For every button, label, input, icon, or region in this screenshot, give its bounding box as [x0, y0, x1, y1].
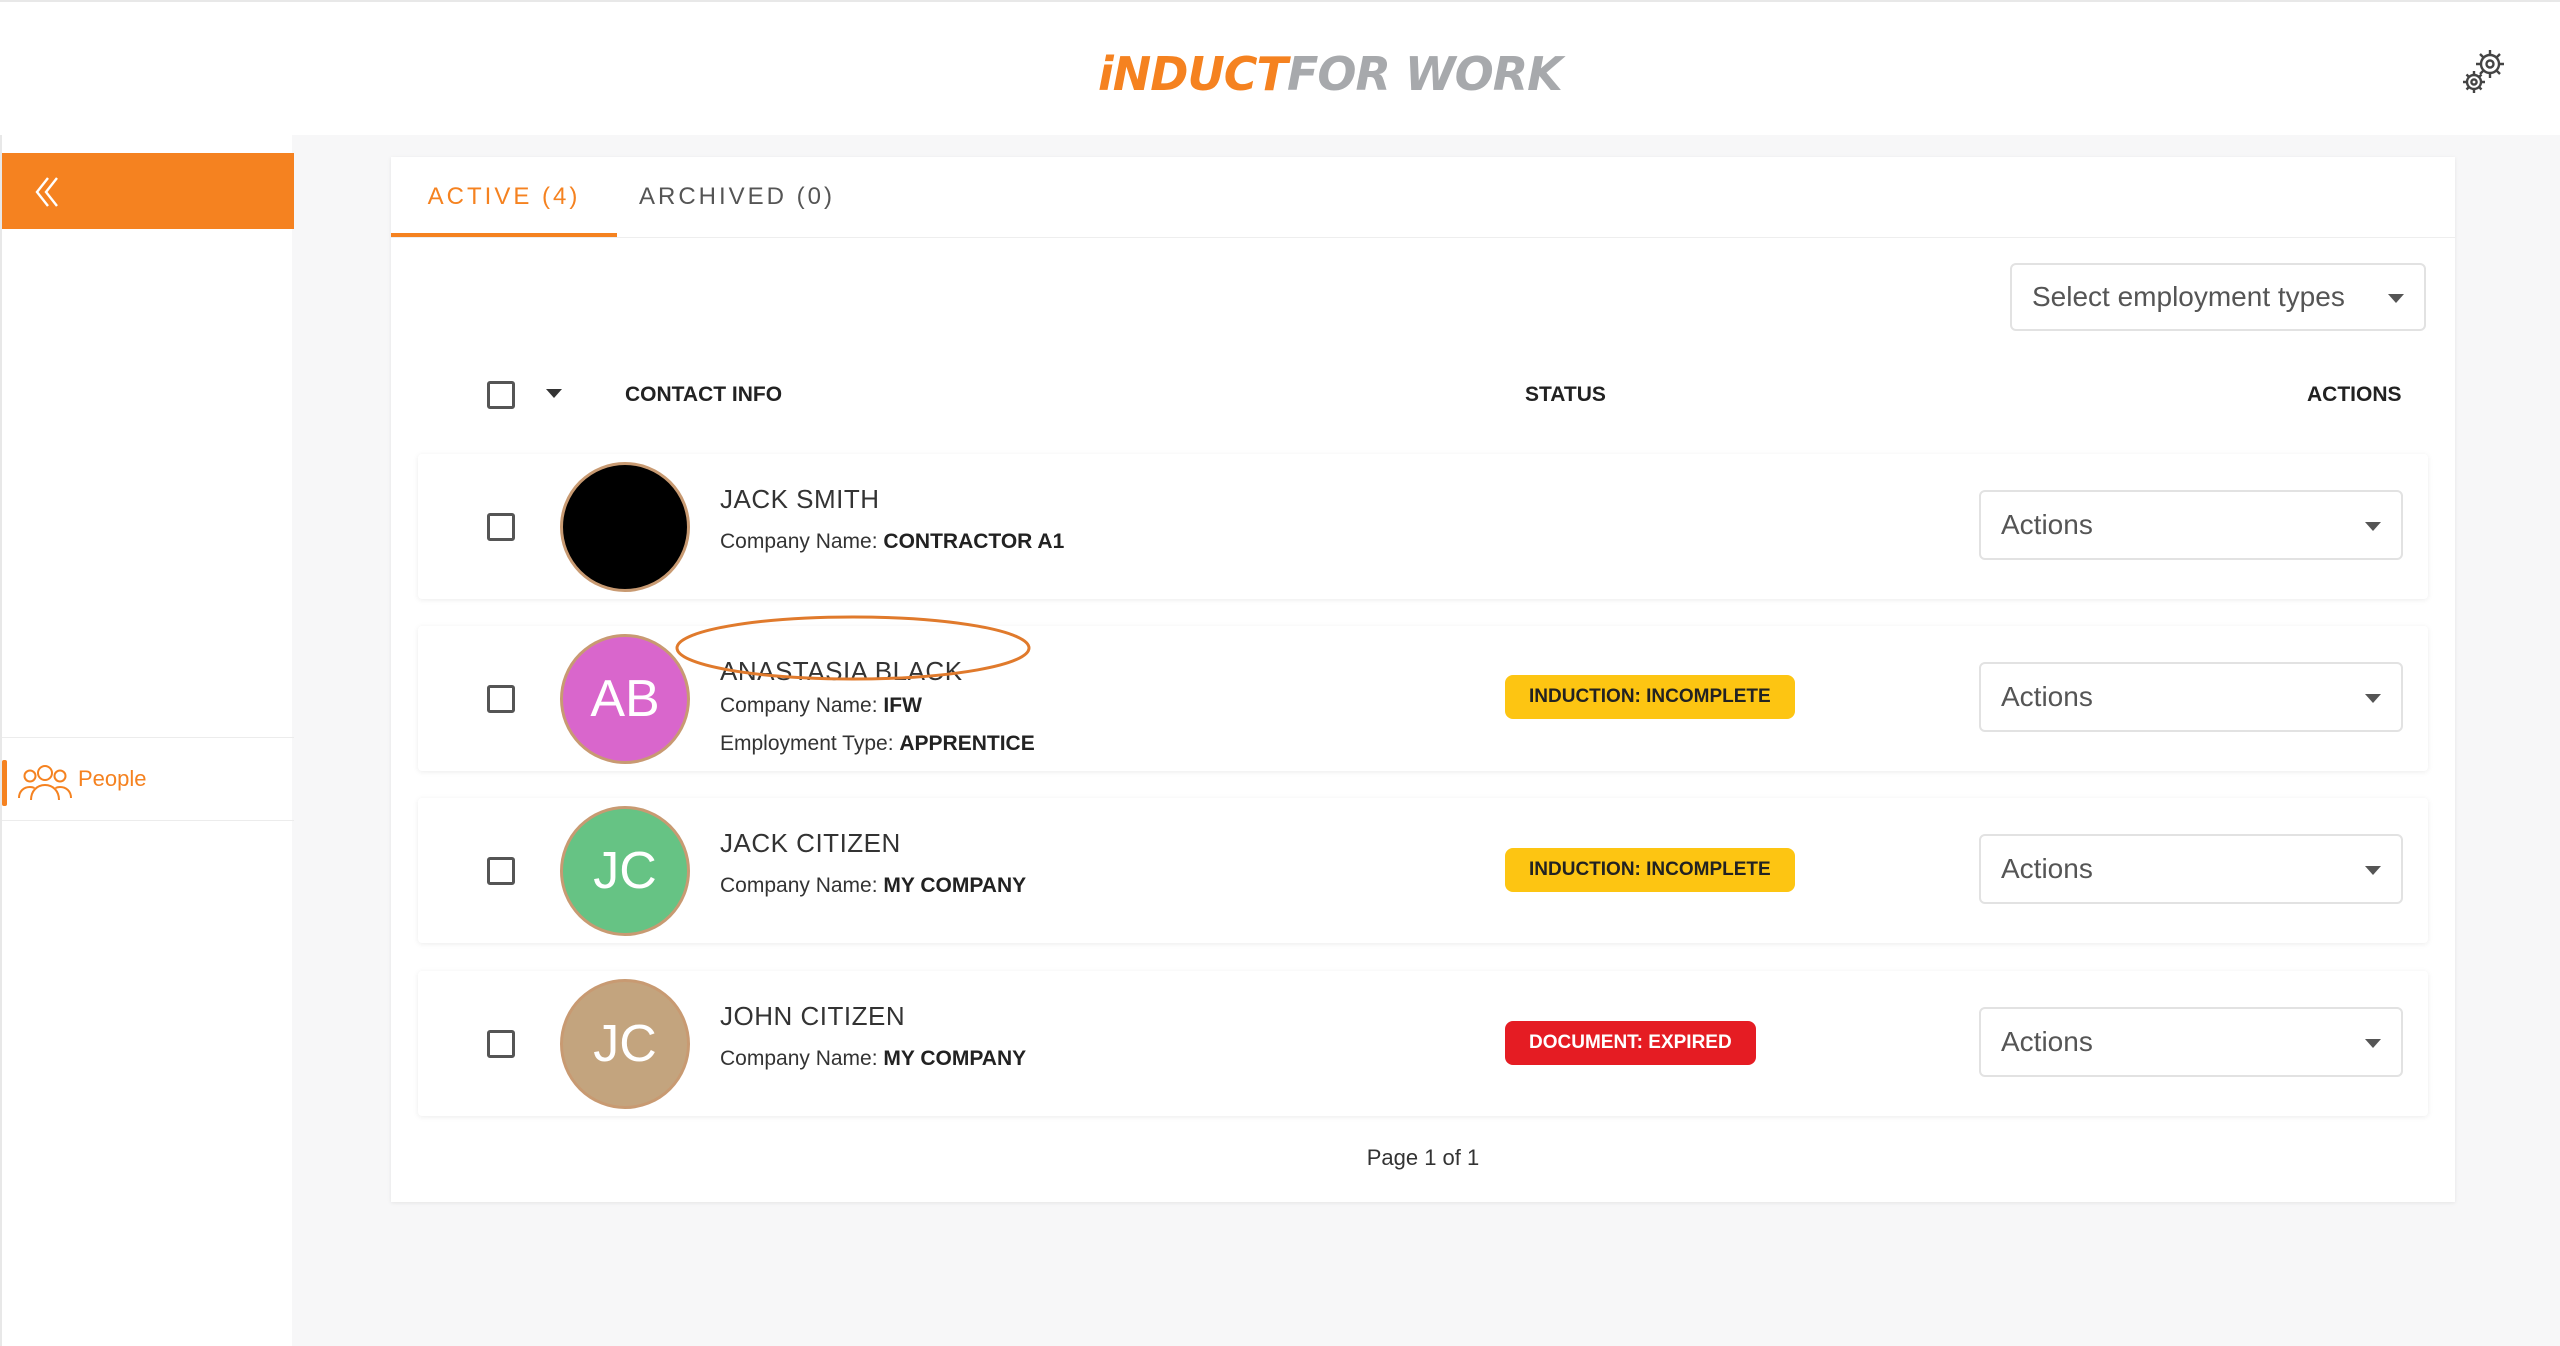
row-checkbox[interactable] — [487, 513, 515, 541]
sidebar: People — [0, 135, 294, 1346]
contact-name[interactable]: JACK CITIZEN — [720, 828, 901, 859]
top-header: iNDUCTFOR WORK — [0, 0, 2560, 135]
caret-down-icon — [2365, 866, 2381, 875]
people-icon — [18, 765, 72, 801]
employment-label: Employment Type: — [720, 732, 894, 755]
actions-dropdown[interactable]: Actions — [1979, 490, 2403, 560]
active-indicator — [2, 760, 7, 806]
pagination-label: Page 1 of 1 — [1366, 1145, 1480, 1170]
tab-active[interactable]: ACTIVE (4) — [391, 157, 617, 237]
employment-type-line: Employment Type: APPRENTICE — [720, 732, 1035, 756]
column-header-contact: CONTACT INFO — [625, 383, 783, 406]
company-line: Company Name: IFW — [720, 694, 922, 718]
column-header-status: STATUS — [1525, 383, 1606, 406]
avatar[interactable]: AB — [560, 634, 690, 764]
company-label: Company Name: — [720, 530, 878, 553]
row-checkbox[interactable] — [487, 1030, 515, 1058]
company-label: Company Name: — [720, 1047, 878, 1070]
row-checkbox[interactable] — [487, 857, 515, 885]
actions-dropdown[interactable]: Actions — [1979, 834, 2403, 904]
employment-types-label: Select employment types — [2032, 281, 2345, 312]
company-line: Company Name: MY COMPANY — [720, 1047, 1026, 1071]
contact-name[interactable]: JACK SMITH — [720, 484, 880, 515]
company-value: MY COMPANY — [883, 874, 1027, 897]
people-card: ACTIVE (4) ARCHIVED (0) Select employmen… — [391, 157, 2455, 1202]
company-label: Company Name: — [720, 694, 878, 717]
status-badge: DOCUMENT: EXPIRED — [1505, 1021, 1756, 1065]
status-badge: INDUCTION: INCOMPLETE — [1505, 848, 1795, 892]
company-value: MY COMPANY — [883, 1047, 1027, 1070]
caret-down-icon — [2365, 522, 2381, 531]
sidebar-collapse-button[interactable] — [2, 153, 294, 229]
company-label: Company Name: — [720, 874, 878, 897]
status-badge: INDUCTION: INCOMPLETE — [1505, 675, 1795, 719]
avatar[interactable]: JC — [560, 806, 690, 936]
employment-types-select[interactable]: Select employment types — [2010, 263, 2426, 331]
company-value: IFW — [883, 694, 922, 717]
caret-down-icon — [2365, 694, 2381, 703]
avatar[interactable] — [560, 462, 690, 592]
gears-icon — [2463, 50, 2504, 93]
table-row: JC JACK CITIZEN Company Name: MY COMPANY… — [418, 798, 2428, 943]
double-chevron-left-icon — [35, 177, 58, 207]
select-all-checkbox[interactable] — [487, 381, 515, 409]
actions-dropdown[interactable]: Actions — [1979, 662, 2403, 732]
table-row: AB ANASTASIA BLACK Company Name: IFW Emp… — [418, 626, 2428, 771]
company-value: CONTRACTOR A1 — [883, 530, 1065, 553]
table-row: JC JOHN CITIZEN Company Name: MY COMPANY… — [418, 971, 2428, 1116]
table-header: CONTACT INFO STATUS ACTIONS — [391, 367, 2455, 423]
avatar[interactable]: JC — [560, 979, 690, 1109]
actions-label: Actions — [2001, 1026, 2093, 1057]
actions-label: Actions — [2001, 853, 2093, 884]
company-line: Company Name: MY COMPANY — [720, 874, 1026, 898]
sidebar-item-label: People — [78, 766, 147, 791]
tab-archived[interactable]: ARCHIVED (0) — [617, 157, 857, 237]
company-line: Company Name: CONTRACTOR A1 — [720, 530, 1064, 554]
app-logo[interactable]: iNDUCTFOR WORK — [1098, 44, 1563, 104]
table-row: JACK SMITH Company Name: CONTRACTOR A1 A… — [418, 454, 2428, 599]
contact-name[interactable]: JOHN CITIZEN — [720, 1001, 905, 1032]
contact-name[interactable]: ANASTASIA BLACK — [720, 656, 963, 687]
tabs-divider — [391, 237, 2455, 238]
actions-label: Actions — [2001, 509, 2093, 540]
row-checkbox[interactable] — [487, 685, 515, 713]
actions-label: Actions — [2001, 681, 2093, 712]
bulk-select-dropdown[interactable] — [546, 389, 562, 398]
settings-button[interactable] — [2458, 42, 2510, 98]
column-header-actions: ACTIONS — [2307, 383, 2402, 406]
employment-value: APPRENTICE — [899, 732, 1035, 755]
caret-down-icon — [2365, 1039, 2381, 1048]
sidebar-item-people[interactable]: People — [2, 737, 294, 821]
caret-down-icon — [2388, 294, 2404, 303]
actions-dropdown[interactable]: Actions — [1979, 1007, 2403, 1077]
